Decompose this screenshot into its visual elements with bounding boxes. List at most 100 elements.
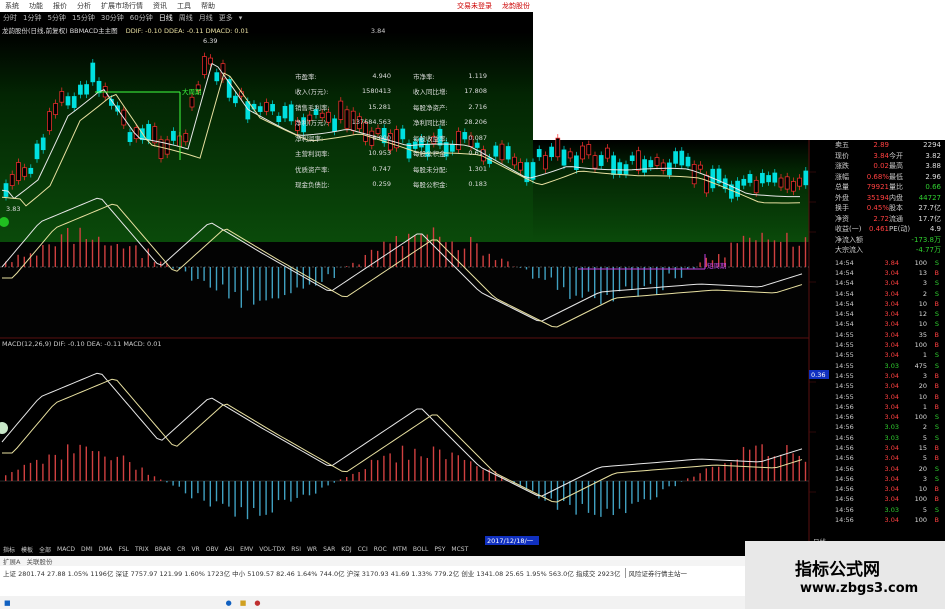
chevron-down-icon[interactable]: ▾ — [236, 14, 246, 22]
candle-body — [84, 84, 89, 95]
indicator-tab[interactable]: DMI — [78, 546, 96, 553]
indicator-tab[interactable]: FSL — [116, 546, 133, 553]
app-icon[interactable]: ● — [254, 599, 260, 607]
indicator-tab[interactable]: 指标 — [0, 545, 18, 554]
tick-p: 3.03 — [884, 505, 899, 514]
chart-right-value: 3.84 — [370, 27, 386, 35]
indicator-tab[interactable]: 模板 — [18, 545, 36, 554]
histogram-bar — [98, 236, 100, 267]
indicator-tab[interactable]: DMA — [96, 546, 116, 553]
indicator-tab[interactable]: VR — [188, 546, 202, 553]
macd-histogram-bar — [420, 456, 422, 481]
period-tab-weekly[interactable]: 周线 — [176, 13, 196, 23]
indicator-tab[interactable]: BRAR — [152, 546, 174, 553]
macd-histogram-bar — [804, 461, 807, 481]
tick-p: 3.04 — [884, 464, 899, 473]
market-server-status[interactable]: 风险证券行情主站一 — [624, 568, 687, 578]
histogram-bar — [54, 246, 56, 267]
period-tab-60min[interactable]: 60分钟 — [127, 13, 156, 23]
period-tab-30min[interactable]: 30分钟 — [98, 13, 127, 23]
indicator-tab[interactable]: SAR — [320, 546, 338, 553]
period-tab-5min[interactable]: 5分钟 — [44, 13, 68, 23]
indicator-tab[interactable]: TRIX — [132, 546, 152, 553]
histogram-bar — [197, 267, 199, 280]
indicator-tab[interactable]: ASI — [221, 546, 237, 553]
indicator-tab[interactable]: WR — [304, 546, 320, 553]
period-tab-minute-chart[interactable]: 分时 — [0, 13, 20, 23]
financial-overlay-table: 市盈率: 4.940 市净率: 1.119 收入(万元): 1580413 收入同比增: 17… — [295, 68, 487, 192]
fin-table-row: 收入(万元): 1580413 收入同比增: 17.808 — [295, 84, 487, 100]
histogram-bar — [277, 267, 280, 299]
candle-body — [753, 179, 759, 194]
browser-icon[interactable]: ● — [226, 599, 232, 607]
candle-body — [648, 160, 654, 168]
candle-body — [202, 56, 207, 75]
macd-histogram-bar — [761, 444, 763, 481]
quote-row: 收益(一) 0.461 PE(动) 4.9 — [835, 224, 945, 235]
trade-login-status[interactable]: 交易未登录 — [452, 1, 497, 11]
quote-k2: 今开 — [889, 151, 903, 160]
indicator-tab[interactable]: OBV — [203, 546, 222, 553]
histogram-bar — [284, 267, 286, 296]
indicator-tab[interactable]: RSI — [288, 546, 304, 553]
menu-item-extended-market[interactable]: 扩展市场行情 — [96, 1, 148, 11]
histogram-bar — [290, 267, 292, 294]
subtab-related-stocks[interactable]: 关联股份 — [26, 556, 52, 566]
tick-t: 14:56 — [835, 495, 854, 504]
fin-table-val: 8.000 — [372, 133, 391, 142]
tick-v: 475 — [914, 361, 927, 370]
windows-taskbar: ■ ● ■ ● — [0, 596, 745, 609]
indicator-tab[interactable]: 全部 — [36, 545, 54, 554]
macd-histogram-bar — [408, 459, 410, 481]
histogram-bar — [618, 267, 621, 292]
indicator-tab[interactable]: CCI — [355, 546, 371, 553]
histogram-bar — [129, 246, 131, 267]
indicator-tab[interactable]: MTM — [390, 546, 410, 553]
menu-item-system[interactable]: 系统 — [0, 1, 24, 11]
period-tab-monthly[interactable]: 月线 — [196, 13, 216, 23]
period-tab-daily[interactable]: 日线 — [156, 13, 176, 23]
menu-item-function[interactable]: 功能 — [24, 1, 48, 11]
indicator-tab[interactable]: KDJ — [338, 546, 354, 553]
macd-histogram-bar — [271, 481, 273, 513]
macd-histogram-bar — [203, 481, 205, 501]
folder-icon[interactable]: ■ — [240, 599, 247, 607]
period-tab-more[interactable]: 更多 — [216, 13, 236, 23]
indicator-tab[interactable]: ROC — [371, 546, 390, 553]
indicator-tab[interactable]: EMV — [237, 546, 256, 553]
candle-body — [90, 62, 96, 83]
macd-indicator-title: MACD(12,26,9) DIF: -0.10 DEA: -0.11 MACD… — [2, 340, 162, 348]
menu-item-analysis[interactable]: 分析 — [72, 1, 96, 11]
menu-item-news[interactable]: 资讯 — [148, 1, 172, 11]
indicator-tab[interactable]: MCST — [448, 546, 471, 553]
histogram-bar — [271, 267, 273, 299]
macd-histogram-bar — [91, 451, 94, 481]
histogram-bar — [79, 227, 81, 267]
indicator-tab[interactable]: PSY — [431, 546, 448, 553]
indicator-tab[interactable]: BOLL — [410, 546, 431, 553]
start-icon[interactable]: ■ — [4, 599, 11, 607]
menu-item-tools[interactable]: 工具 — [172, 1, 196, 11]
histogram-bar — [625, 267, 627, 287]
tick-p: 3.04 — [884, 454, 899, 463]
stock-name-link[interactable]: 龙韵股份 — [497, 1, 535, 11]
fin-table-lbl2: 收入同比增: — [413, 88, 448, 97]
subtab-extended-a[interactable]: 扩展A — [3, 556, 20, 566]
menu-item-help[interactable]: 帮助 — [196, 1, 220, 11]
indicator-tab[interactable]: VOL-TDX — [256, 546, 288, 553]
tick-row: 14:56 3.04 1 B — [835, 402, 945, 412]
menu-item-quote[interactable]: 报价 — [48, 1, 72, 11]
histogram-bar — [135, 245, 137, 267]
candle-body — [47, 111, 52, 132]
watermark-title: 指标公式网 — [795, 560, 880, 580]
histogram-bar — [116, 244, 118, 267]
period-tab-15min[interactable]: 15分钟 — [69, 13, 98, 23]
period-tab-1min[interactable]: 1分钟 — [20, 13, 44, 23]
macd-histogram-bar — [625, 481, 627, 514]
macd-histogram-bar — [122, 455, 125, 481]
indicator-tab[interactable]: MACD — [54, 546, 78, 553]
indicator-tab[interactable]: CR — [174, 546, 188, 553]
tick-t: 14:56 — [835, 433, 854, 442]
candle-body — [164, 139, 170, 155]
candle-body — [605, 147, 610, 159]
